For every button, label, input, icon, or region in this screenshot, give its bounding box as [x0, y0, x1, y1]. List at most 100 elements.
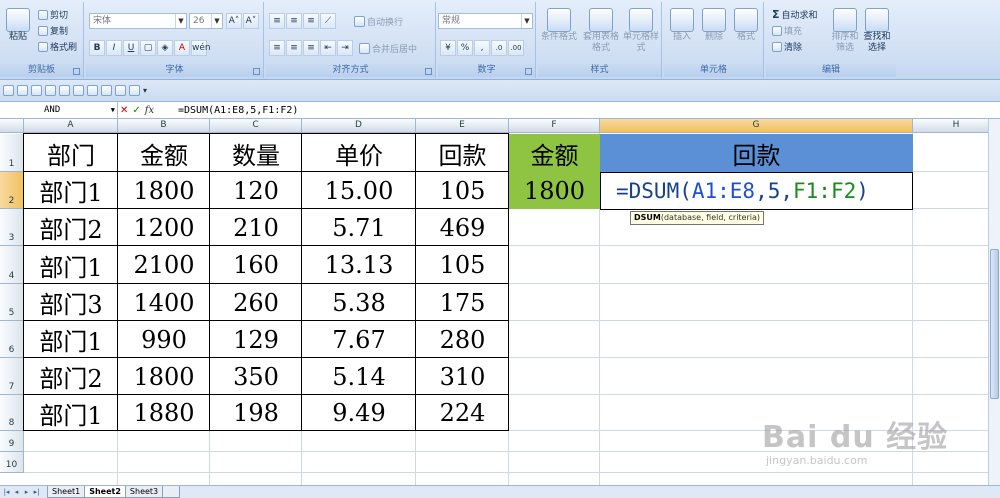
result-header-cell[interactable]: 回款	[600, 134, 913, 172]
cancel-icon[interactable]: ✕	[120, 105, 128, 116]
table-cell[interactable]: 990	[118, 321, 210, 358]
table-header-cell[interactable]: 回款	[416, 134, 509, 172]
increase-indent-button[interactable]: ⇥	[337, 40, 353, 56]
align-middle-button[interactable]: ≡	[286, 13, 302, 29]
decrease-decimal-button[interactable]: .00	[508, 40, 524, 56]
table-cell[interactable]: 260	[210, 284, 302, 321]
tab-sheet3[interactable]: Sheet3	[124, 486, 164, 498]
grow-font-button[interactable]: A˄	[226, 13, 242, 29]
redo-icon[interactable]	[31, 85, 42, 96]
table-cell[interactable]: 部门1	[24, 321, 118, 358]
increase-decimal-button[interactable]: .0	[491, 40, 507, 56]
fill-color-button[interactable]: ◈	[157, 40, 173, 56]
criteria-value-cell[interactable]: 1800	[509, 172, 600, 209]
table-cell[interactable]: 5.38	[302, 284, 416, 321]
align-right-button[interactable]: ≡	[303, 40, 319, 56]
table-cell[interactable]: 部门1	[24, 395, 118, 431]
spell-check-icon[interactable]	[101, 85, 112, 96]
table-cell[interactable]: 1200	[118, 209, 210, 246]
table-cell[interactable]: 469	[416, 209, 509, 246]
column-header-h[interactable]: H	[913, 119, 1000, 133]
table-header-cell[interactable]: 金额	[118, 134, 210, 172]
print-preview-icon[interactable]	[73, 85, 84, 96]
bold-button[interactable]: B	[89, 40, 105, 56]
format-painter-button[interactable]: 格式刷	[38, 40, 77, 53]
vertical-scrollbar[interactable]	[988, 119, 1000, 485]
table-header-cell[interactable]: 数量	[210, 134, 302, 172]
table-format-button[interactable]: 套用表格格式	[582, 8, 620, 54]
table-cell[interactable]: 部门2	[24, 209, 118, 246]
table-cell[interactable]: 105	[416, 172, 509, 209]
table-cell[interactable]: 2100	[118, 246, 210, 284]
open-icon[interactable]	[59, 85, 70, 96]
prev-sheet-icon[interactable]: ◂	[12, 488, 21, 496]
table-cell[interactable]: 310	[416, 358, 509, 395]
new-icon[interactable]	[45, 85, 56, 96]
row-header-9[interactable]: 9	[0, 431, 24, 452]
table-cell[interactable]: 7.67	[302, 321, 416, 358]
table-cell[interactable]: 1800	[118, 358, 210, 395]
currency-button[interactable]: ¥	[440, 40, 456, 56]
table-cell[interactable]: 1880	[118, 395, 210, 431]
cut-button[interactable]: 剪切	[38, 8, 68, 21]
table-cell[interactable]: 1800	[118, 172, 210, 209]
row-header-10[interactable]: 10	[0, 452, 24, 473]
percent-button[interactable]: %	[457, 40, 473, 56]
criteria-header-cell[interactable]: 金额	[509, 134, 600, 172]
conditional-format-button[interactable]: 条件格式	[540, 8, 578, 43]
table-header-cell[interactable]: 单价	[302, 134, 416, 172]
new-sheet-icon[interactable]	[162, 486, 181, 498]
format-button[interactable]: 格式	[732, 8, 760, 43]
column-header-a[interactable]: A	[24, 119, 118, 133]
print-icon[interactable]	[87, 85, 98, 96]
table-cell[interactable]: 224	[416, 395, 509, 431]
last-sheet-icon[interactable]: ▸|	[32, 488, 41, 496]
font-color-button[interactable]: A	[174, 40, 190, 56]
table-cell[interactable]: 280	[416, 321, 509, 358]
column-header-f[interactable]: F	[509, 119, 600, 133]
save-icon[interactable]	[3, 85, 14, 96]
table-cell[interactable]: 部门1	[24, 172, 118, 209]
copy-button[interactable]: 复制	[38, 24, 68, 37]
scroll-thumb[interactable]	[990, 249, 999, 399]
table-cell[interactable]: 9.49	[302, 395, 416, 431]
active-formula-cell[interactable]: =DSUM(A1:E8,5,F1:F2)	[600, 172, 913, 210]
fill-button[interactable]: 填充	[772, 24, 802, 37]
shrink-font-button[interactable]: A˅	[243, 13, 259, 29]
number-format-select[interactable]: 常规 ▼	[438, 13, 533, 29]
sort-desc-icon[interactable]	[129, 85, 140, 96]
cell-style-button[interactable]: 单元格样式	[622, 8, 660, 54]
table-cell[interactable]: 部门2	[24, 358, 118, 395]
table-cell[interactable]: 175	[416, 284, 509, 321]
paste-button[interactable]: 粘贴	[6, 8, 30, 43]
font-launcher-icon[interactable]	[253, 68, 260, 75]
sort-asc-icon[interactable]	[115, 85, 126, 96]
table-cell[interactable]: 129	[210, 321, 302, 358]
column-header-c[interactable]: C	[210, 119, 302, 133]
table-cell[interactable]: 160	[210, 246, 302, 284]
insert-button[interactable]: 插入	[668, 8, 696, 43]
row-header-2[interactable]: 2	[0, 172, 24, 209]
table-header-cell[interactable]: 部门	[24, 134, 118, 172]
align-bottom-button[interactable]: ≡	[303, 13, 319, 29]
number-launcher-icon[interactable]	[525, 68, 532, 75]
row-header-3[interactable]: 3	[0, 209, 24, 246]
table-cell[interactable]: 13.13	[302, 246, 416, 284]
align-center-button[interactable]: ≡	[286, 40, 302, 56]
table-cell[interactable]: 5.14	[302, 358, 416, 395]
decrease-indent-button[interactable]: ⇤	[320, 40, 336, 56]
column-header-g[interactable]: G	[600, 119, 913, 133]
table-cell[interactable]: 15.00	[302, 172, 416, 209]
column-header-e[interactable]: E	[416, 119, 509, 133]
table-cell[interactable]: 部门1	[24, 246, 118, 284]
next-sheet-icon[interactable]: ▸	[22, 488, 31, 496]
row-header-4[interactable]: 4	[0, 246, 24, 284]
undo-icon[interactable]	[17, 85, 28, 96]
clear-button[interactable]: 清除	[772, 40, 802, 53]
align-left-button[interactable]: ≡	[269, 40, 285, 56]
alignment-launcher-icon[interactable]	[425, 68, 432, 75]
delete-button[interactable]: 删除	[700, 8, 728, 43]
wrap-text-button[interactable]: 自动换行	[354, 15, 403, 28]
tooltip-function-name[interactable]: DSUM	[634, 213, 661, 222]
table-cell[interactable]: 1400	[118, 284, 210, 321]
